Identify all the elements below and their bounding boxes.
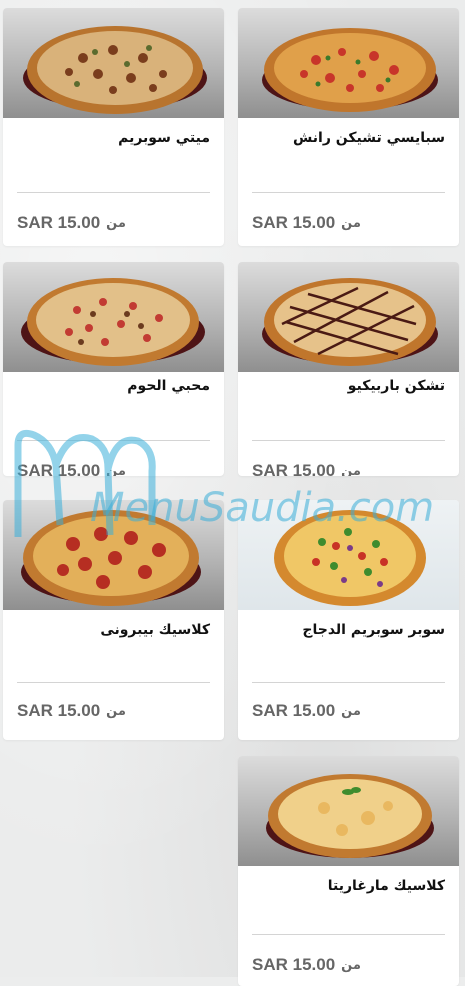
price-row: SAR 15.00 من: [252, 700, 361, 722]
price-row: SAR 15.00 من: [17, 700, 126, 722]
pizza-image: [238, 262, 459, 372]
pizza-name: كلاسيك مارغاريتا: [327, 878, 445, 894]
pizza-name: كلاسيك بيبرونى: [100, 622, 210, 638]
pizza-name: تشكن باربيكيو: [347, 378, 445, 394]
divider: [17, 440, 210, 441]
menu-item-card[interactable]: كلاسيك مارغاريتا SAR 15.00 من: [238, 756, 459, 986]
menu-item-card[interactable]: ميتي سوبريم SAR 15.00 من: [3, 8, 224, 246]
price-from-label: من: [106, 703, 126, 719]
divider: [252, 192, 445, 193]
price-from-label: من: [341, 957, 361, 973]
price: SAR 15.00: [17, 213, 101, 232]
pizza-image: [3, 262, 224, 372]
price: SAR 15.00: [17, 461, 101, 476]
divider: [17, 192, 210, 193]
divider: [252, 440, 445, 441]
price: SAR 15.00: [252, 213, 336, 232]
price-from-label: من: [106, 463, 126, 477]
price-row: SAR 15.00 من: [17, 460, 126, 476]
price-from-label: من: [106, 215, 126, 231]
menu-item-card[interactable]: تشكن باربيكيو SAR 15.00 من: [238, 262, 459, 476]
price-row: SAR 15.00 من: [252, 212, 361, 234]
price-from-label: من: [341, 703, 361, 719]
divider: [252, 682, 445, 683]
divider: [252, 934, 445, 935]
pizza-image: [3, 8, 224, 118]
divider: [17, 682, 210, 683]
price: SAR 15.00: [17, 701, 101, 720]
pizza-image: [238, 500, 459, 610]
menu-item-card[interactable]: سبايسي تشيكن رانش SAR 15.00 من: [238, 8, 459, 246]
price-from-label: من: [341, 463, 361, 477]
price: SAR 15.00: [252, 701, 336, 720]
menu-item-card[interactable]: محبي الحوم SAR 15.00 من: [3, 262, 224, 476]
price-row: SAR 15.00 من: [252, 460, 361, 476]
pizza-image: [3, 500, 224, 610]
price-row: SAR 15.00 من: [252, 954, 361, 976]
pizza-name: سبايسي تشيكن رانش: [292, 130, 445, 146]
pizza-name: محبي الحوم: [127, 378, 210, 394]
menu-item-card[interactable]: كلاسيك بيبرونى SAR 15.00 من: [3, 500, 224, 740]
pizza-image: [238, 756, 459, 866]
price-from-label: من: [341, 215, 361, 231]
pizza-name: سوبر سوبريم الدجاج: [302, 622, 445, 638]
pizza-name: ميتي سوبريم: [118, 130, 210, 146]
pizza-image: [238, 8, 459, 118]
menu-item-card[interactable]: سوبر سوبريم الدجاج SAR 15.00 من: [238, 500, 459, 740]
price-row: SAR 15.00 من: [17, 212, 126, 234]
price: SAR 15.00: [252, 461, 336, 476]
price: SAR 15.00: [252, 955, 336, 974]
